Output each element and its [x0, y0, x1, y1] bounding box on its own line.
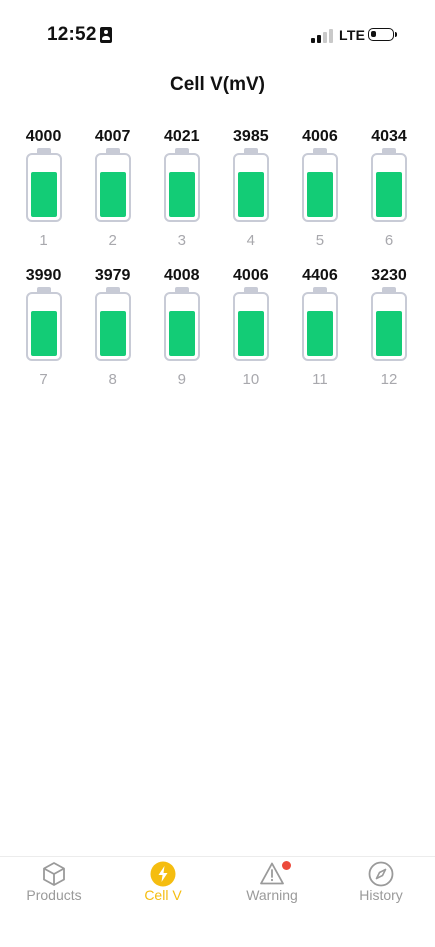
page-title: Cell V(mV) — [169, 74, 266, 95]
cell-battery-fill — [30, 311, 57, 356]
cell-voltage: 4006 — [302, 128, 338, 145]
cell-item: 4006 10 — [216, 261, 285, 388]
cell-battery-icon — [371, 148, 408, 222]
cell-battery-body — [232, 153, 269, 222]
cell-battery-icon — [371, 287, 408, 361]
cell-battery-fill — [376, 172, 403, 217]
cell-item: 3230 12 — [354, 261, 423, 388]
cell-battery-body — [232, 292, 269, 361]
cell-battery-icon — [232, 148, 269, 222]
cell-voltage: 4006 — [233, 267, 269, 284]
cell-index: 1 — [39, 232, 48, 249]
cell-battery-body — [94, 153, 131, 222]
battery-nub — [395, 32, 397, 37]
cell-voltage: 4406 — [302, 267, 338, 284]
cell-index: 4 — [246, 232, 255, 249]
cell-battery-body — [94, 292, 131, 361]
cell-index: 5 — [315, 232, 325, 249]
cell-item: 3979 8 — [78, 261, 147, 388]
battery-icon — [368, 28, 394, 41]
cell-item: 4006 5 — [285, 122, 354, 249]
cell-index: 6 — [384, 232, 394, 249]
cell-index: 8 — [108, 371, 117, 388]
cell-battery-fill — [237, 311, 264, 356]
cell-battery-body — [301, 153, 338, 222]
cell-battery-icon — [94, 287, 131, 361]
cell-item: 4034 6 — [354, 122, 423, 249]
cell-index: 10 — [242, 371, 260, 388]
cell-index: 12 — [380, 371, 398, 388]
cell-voltage: 4034 — [371, 128, 407, 145]
tab-history-label: History — [359, 887, 403, 903]
signal-bar — [323, 32, 327, 43]
cell-battery-body — [301, 292, 338, 361]
cell-voltage: 4007 — [94, 128, 131, 145]
cell-battery-body — [25, 153, 62, 222]
cell-item: 4021 3 — [147, 122, 216, 249]
tab-warning-label: Warning — [246, 887, 298, 903]
cell-item: 3985 4 — [216, 122, 285, 249]
signal-bar — [329, 29, 333, 43]
cell-voltage: 3985 — [233, 128, 269, 145]
status-bar: 12:52 LTE — [0, 0, 435, 70]
cell-battery-fill — [376, 311, 403, 356]
cell-item: 3990 7 — [9, 261, 78, 388]
cell-index: 9 — [177, 371, 186, 388]
cell-item: 4008 9 — [147, 261, 216, 388]
network-type: LTE — [339, 27, 366, 43]
signal-strength-icon — [311, 29, 333, 43]
cell-battery-body — [163, 292, 200, 361]
cell-voltage: 3979 — [94, 267, 131, 284]
cell-voltage: 4021 — [163, 128, 200, 145]
tab-bar: Products Cell V Warning History — [0, 856, 435, 947]
cell-index: 2 — [108, 232, 117, 249]
compass-icon — [368, 861, 394, 887]
cell-item: 4406 11 — [285, 261, 354, 388]
cell-battery-body — [163, 153, 200, 222]
cell-voltage: 3990 — [25, 267, 62, 284]
cell-battery-icon — [232, 287, 269, 361]
cell-battery-body — [25, 292, 62, 361]
cell-battery-fill — [30, 172, 57, 217]
cell-battery-icon — [25, 287, 62, 361]
cell-battery-icon — [94, 148, 131, 222]
lightning-bolt-icon — [150, 861, 176, 887]
cell-battery-body — [371, 292, 408, 361]
cell-battery-icon — [25, 148, 62, 222]
cell-index: 3 — [177, 232, 186, 249]
cell-battery-fill — [99, 311, 126, 356]
cell-item: 4000 1 — [9, 122, 78, 249]
cell-voltage: 4000 — [25, 128, 62, 145]
cell-battery-fill — [306, 311, 333, 356]
contact-card-icon — [100, 27, 112, 43]
tab-products-label: Products — [26, 887, 82, 903]
signal-bar — [317, 35, 321, 43]
cell-battery-icon — [301, 148, 338, 222]
cube-icon — [43, 862, 65, 886]
status-time: 12:52 — [47, 24, 97, 45]
cell-battery-body — [371, 153, 408, 222]
cell-voltage: 4008 — [163, 267, 200, 284]
cell-battery-icon — [163, 287, 200, 361]
cell-battery-icon — [163, 148, 200, 222]
cell-battery-fill — [168, 311, 195, 356]
cell-battery-fill — [306, 172, 333, 217]
warning-badge — [282, 861, 291, 870]
cell-index: 11 — [312, 371, 328, 388]
cell-item: 4007 2 — [78, 122, 147, 249]
cell-voltage: 3230 — [371, 267, 407, 284]
cell-index: 7 — [39, 371, 48, 388]
cell-grid: 4000 1 4007 2 4021 3 3985 4 4006 5 4034 6 3990 7 3979 8… — [9, 122, 424, 388]
cell-battery-icon — [301, 287, 338, 361]
signal-bar — [311, 38, 315, 43]
cell-battery-fill — [237, 172, 264, 217]
cell-battery-fill — [99, 172, 126, 217]
cell-battery-fill — [168, 172, 195, 217]
tab-cell-v-label: Cell V — [144, 887, 182, 903]
battery-level — [371, 31, 376, 37]
